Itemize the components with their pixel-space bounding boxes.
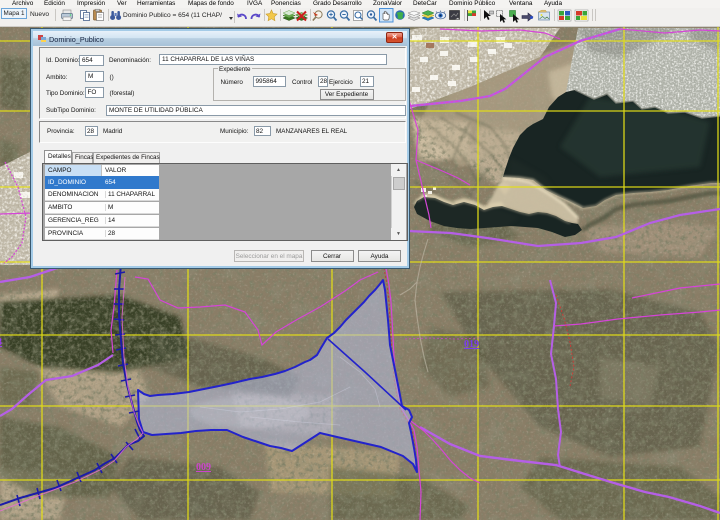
svg-text:019: 019 <box>464 339 479 350</box>
svg-text:03: 03 <box>0 337 2 348</box>
svg-text:009: 009 <box>196 462 211 473</box>
